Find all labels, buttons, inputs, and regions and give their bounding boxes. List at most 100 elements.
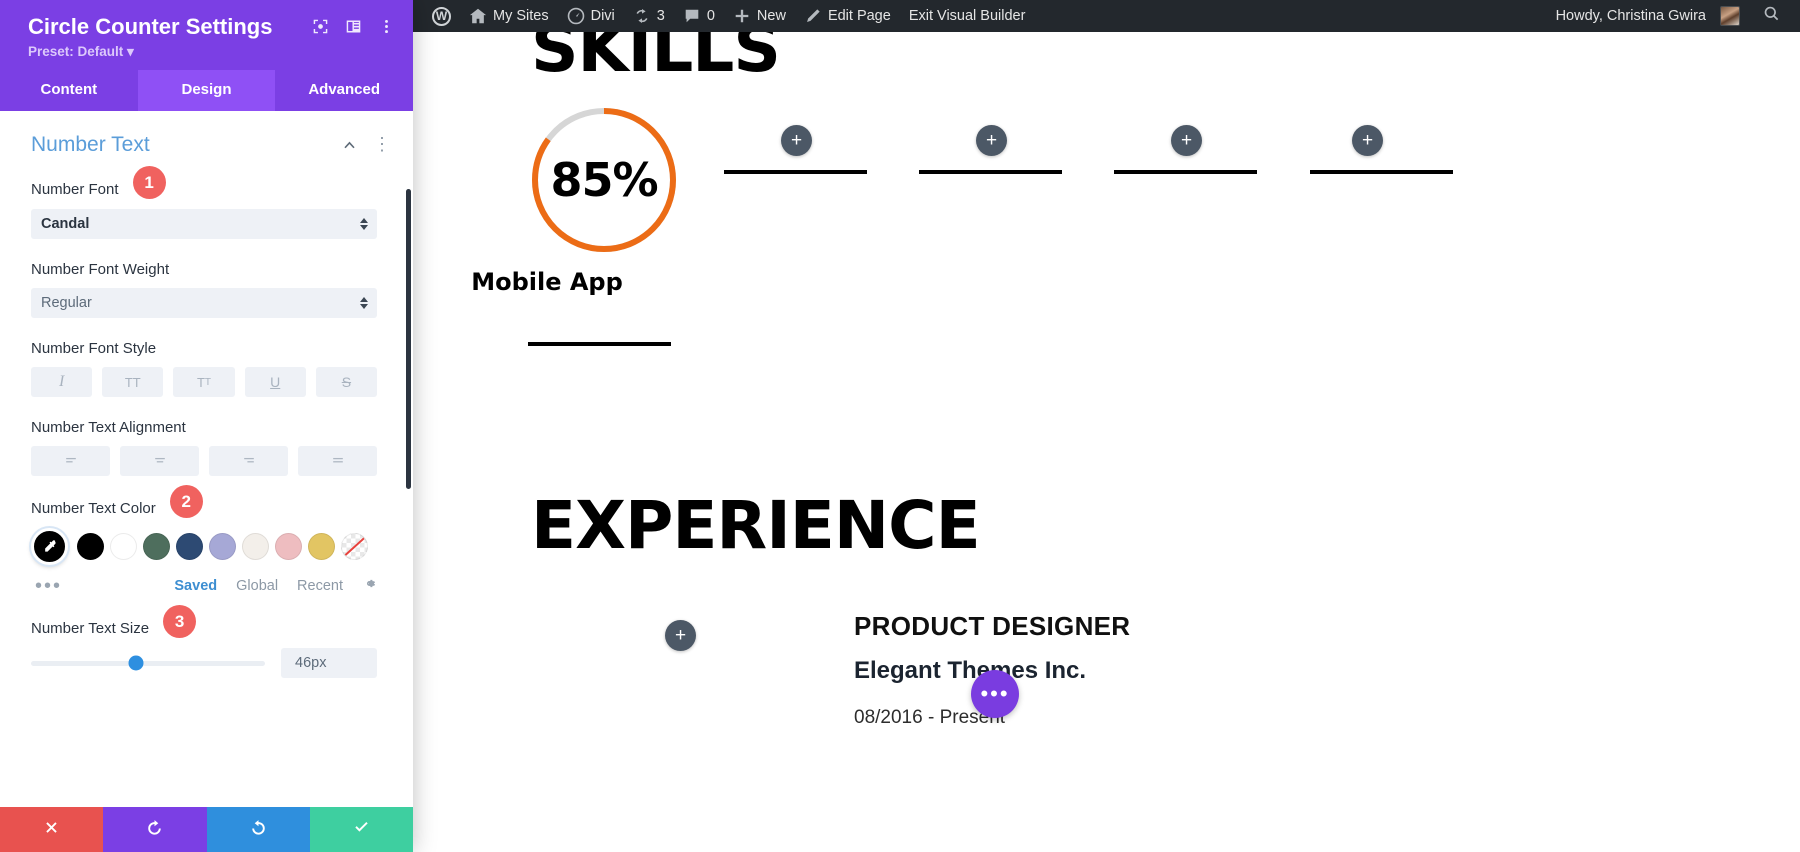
- kebab-menu-icon[interactable]: ⋮: [373, 135, 391, 153]
- updates-icon: [633, 7, 651, 25]
- field-label-number-text-size: Number Text Size: [31, 619, 150, 637]
- admin-bar-updates[interactable]: 3: [624, 0, 674, 32]
- strikethrough-icon[interactable]: S: [315, 367, 378, 398]
- redo-icon: [249, 818, 268, 842]
- avatar: [1720, 6, 1740, 26]
- underline-icon[interactable]: U: [244, 367, 306, 398]
- color-swatch-pink[interactable]: [275, 533, 302, 561]
- tab-advanced[interactable]: Advanced: [275, 70, 413, 111]
- color-tab-recent[interactable]: Recent: [297, 578, 343, 594]
- job-company: Elegant Themes Inc.: [854, 657, 1087, 684]
- kebab-menu-icon[interactable]: [378, 18, 395, 35]
- color-swatch-offwhite[interactable]: [242, 533, 269, 561]
- number-font-value: Candal: [41, 216, 90, 233]
- color-tab-saved[interactable]: Saved: [174, 578, 217, 594]
- admin-bar-my-sites[interactable]: My Sites: [460, 0, 558, 32]
- redo-button[interactable]: [206, 807, 310, 852]
- layout-columns-icon[interactable]: [345, 18, 362, 35]
- cancel-button[interactable]: [0, 807, 104, 852]
- floating-options-button[interactable]: •••: [971, 670, 1019, 718]
- settings-scrollbar[interactable]: [406, 189, 411, 490]
- preset-selector[interactable]: Preset: Default ▾: [28, 44, 395, 60]
- undo-button[interactable]: [103, 807, 207, 852]
- italic-icon[interactable]: I: [31, 367, 93, 398]
- admin-bar-divi[interactable]: Divi: [558, 0, 624, 32]
- align-left-icon[interactable]: [31, 446, 110, 477]
- settings-body: Number Text ⋮ Number Font 1 Candal Numbe…: [0, 111, 413, 807]
- divider-1: [724, 170, 867, 174]
- save-button[interactable]: [309, 807, 413, 852]
- admin-bar-divi-label: Divi: [590, 8, 615, 24]
- chevron-up-icon[interactable]: [342, 138, 357, 153]
- admin-bar-exit-visual-builder[interactable]: Exit Visual Builder: [900, 0, 1035, 32]
- modal-tabs: Content Design Advanced: [0, 70, 413, 112]
- color-swatch-white[interactable]: [110, 533, 137, 561]
- comments-icon: [683, 7, 701, 25]
- uppercase-icon[interactable]: TT: [102, 367, 164, 398]
- admin-bar-comments-count: 0: [706, 8, 715, 24]
- divider-3: [1114, 170, 1257, 174]
- modal-header: Circle Counter Settings Preset: Default …: [0, 0, 413, 71]
- add-module-button-5[interactable]: +: [665, 620, 696, 651]
- wordpress-admin-bar: W My Sites Divi 3 0 New Edit Page Exit V…: [413, 0, 1800, 32]
- eyedropper-icon[interactable]: [31, 528, 68, 566]
- admin-bar-new[interactable]: New: [724, 0, 795, 32]
- section-number-text-header[interactable]: Number Text ⋮: [0, 111, 413, 157]
- admin-bar-wordpress-logo[interactable]: W: [423, 0, 460, 32]
- job-title: PRODUCT DESIGNER: [854, 611, 1131, 641]
- number-font-weight-select[interactable]: Regular: [31, 288, 377, 319]
- align-justify-icon[interactable]: [298, 446, 377, 477]
- number-text-size-input[interactable]: 46px: [281, 648, 377, 679]
- annotation-badge-1: 1: [132, 166, 166, 200]
- plus-icon: +: [674, 625, 687, 646]
- tab-content[interactable]: Content: [0, 70, 138, 111]
- color-tab-global[interactable]: Global: [236, 578, 278, 594]
- small-caps-icon[interactable]: TT: [173, 367, 235, 398]
- field-label-number-font-style: Number Font Style: [31, 340, 157, 358]
- color-swatch-gold[interactable]: [308, 533, 335, 561]
- circle-counter[interactable]: 85%: [528, 104, 680, 256]
- slider-handle[interactable]: [128, 655, 144, 671]
- field-number-text-size: Number Text Size 3 46px: [0, 605, 413, 679]
- field-number-font-style: Number Font Style I TT TT U S: [0, 340, 413, 398]
- align-right-icon[interactable]: [209, 446, 288, 477]
- add-module-button-4[interactable]: +: [1352, 125, 1383, 156]
- undo-icon: [145, 818, 164, 842]
- field-number-font-weight: Number Font Weight Regular: [0, 261, 413, 319]
- admin-bar-howdy-label: Howdy, Christina Gwira: [1555, 8, 1706, 24]
- tab-design[interactable]: Design: [137, 70, 276, 112]
- color-swatch-navy[interactable]: [176, 533, 203, 561]
- add-module-button-1[interactable]: +: [781, 125, 812, 156]
- admin-bar-account[interactable]: Howdy, Christina Gwira: [1547, 0, 1749, 32]
- pencil-icon: [804, 7, 822, 25]
- divider-4: [1310, 170, 1453, 174]
- field-label-number-text-color: Number Text Color: [31, 499, 156, 517]
- divider-under-counter: [528, 342, 671, 346]
- color-swatch-transparent[interactable]: [341, 533, 368, 561]
- field-number-text-color: Number Text Color 2 ••• Saved Global Rec…: [0, 485, 413, 596]
- focus-frame-icon[interactable]: [312, 18, 329, 35]
- color-swatch-green[interactable]: [143, 533, 170, 561]
- plus-icon: +: [985, 130, 998, 151]
- admin-bar-edit-page[interactable]: Edit Page: [795, 0, 900, 32]
- plus-icon: [733, 7, 751, 25]
- align-center-icon[interactable]: [120, 446, 199, 477]
- number-font-select[interactable]: Candal: [31, 209, 377, 240]
- admin-bar-edit-page-label: Edit Page: [827, 8, 891, 24]
- add-module-button-3[interactable]: +: [1171, 125, 1202, 156]
- color-swatch-black[interactable]: [77, 533, 104, 561]
- more-options-fab-icon: •••: [980, 681, 1010, 707]
- home-icon: [469, 7, 487, 25]
- number-text-size-slider[interactable]: [31, 655, 265, 671]
- more-dots-icon[interactable]: •••: [35, 576, 62, 596]
- admin-bar-comments[interactable]: 0: [674, 0, 724, 32]
- search-icon[interactable]: [1749, 5, 1792, 27]
- gear-icon[interactable]: [362, 576, 377, 596]
- circle-counter-title: Mobile App: [471, 268, 623, 296]
- field-number-text-alignment: Number Text Alignment: [0, 419, 413, 477]
- color-swatch-periwinkle[interactable]: [209, 533, 236, 561]
- chevron-updown-icon: [360, 218, 368, 231]
- modal-footer: [0, 807, 413, 852]
- admin-bar-new-label: New: [756, 8, 786, 24]
- add-module-button-2[interactable]: +: [976, 125, 1007, 156]
